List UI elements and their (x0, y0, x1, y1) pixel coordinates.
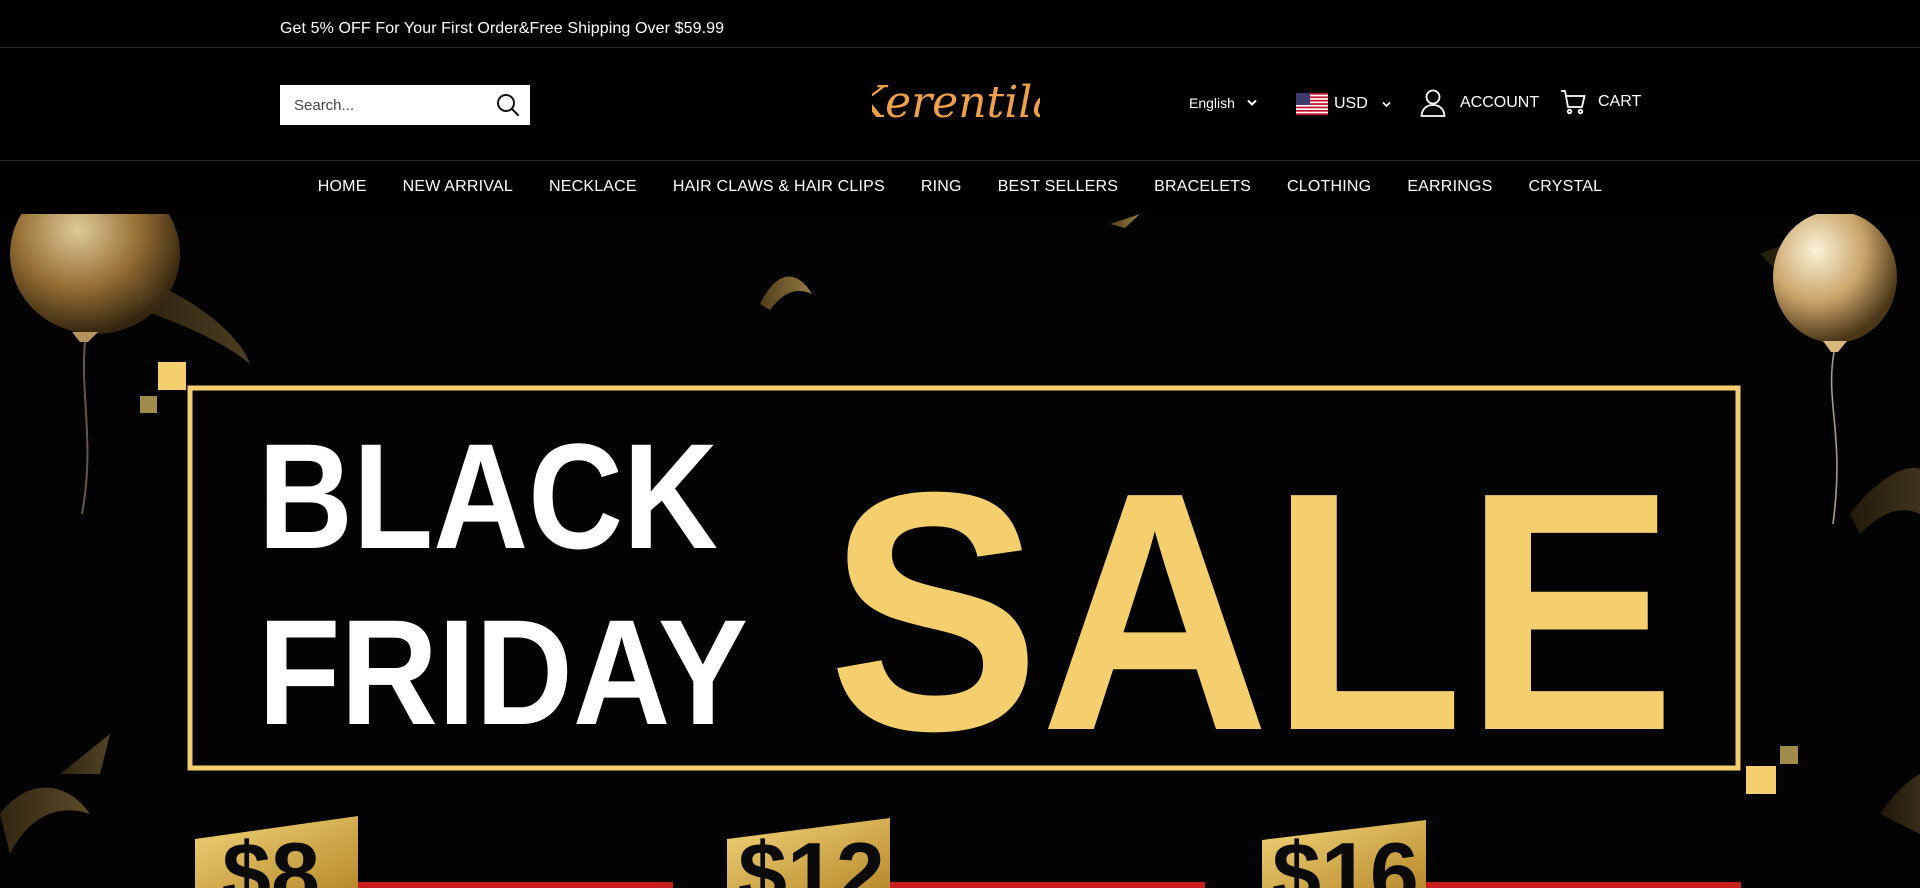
price-tag-2-text: $12 (738, 824, 885, 888)
cart-icon (1561, 90, 1586, 115)
site-header: Kerentila English USD ACCOUNT (0, 49, 1920, 161)
balloon-right (1773, 214, 1897, 525)
cart-label: CART (1598, 93, 1642, 110)
cart-link[interactable]: CART (1560, 89, 1641, 115)
announcement-text: Get 5% OFF For Your First Order&Free Shi… (280, 20, 729, 37)
account-label: ACCOUNT (1460, 94, 1540, 111)
hero-friday-text: FRIDAY (258, 588, 748, 756)
language-selector[interactable]: English (1189, 95, 1257, 111)
currency-selector[interactable]: USD (1296, 93, 1391, 115)
nav-item-clothing[interactable]: CLOTHING (1269, 178, 1389, 196)
nav-item-earrings[interactable]: EARRINGS (1389, 178, 1510, 196)
logo[interactable]: Kerentila (872, 71, 1040, 135)
nav-item-ring[interactable]: RING (903, 178, 980, 196)
hero-sale-text: SALE (828, 422, 1676, 802)
chevron-down-icon (1382, 101, 1391, 107)
nav-item-bracelets[interactable]: BRACELETS (1136, 178, 1269, 196)
price-tag-3: $16 (1262, 820, 1741, 888)
hero-artwork: BLACK FRIDAY SALE $8 $12 $16 (0, 214, 1920, 888)
nav-item-new-arrival[interactable]: NEW ARRIVAL (385, 178, 531, 196)
language-label: English (1189, 95, 1235, 111)
currency-label: USD (1334, 95, 1368, 112)
balloon-left (10, 214, 180, 515)
search-input[interactable] (280, 85, 485, 125)
nav-item-best-sellers[interactable]: BEST SELLERS (980, 178, 1136, 196)
search-box (280, 85, 530, 125)
main-nav: HOME NEW ARRIVAL NECKLACE HAIR CLAWS & H… (0, 162, 1920, 214)
chevron-down-icon (1247, 99, 1257, 106)
price-tag-1-text: $8 (222, 824, 320, 888)
price-tag-1: $8 (195, 816, 673, 888)
price-tag-3-text: $16 (1272, 824, 1419, 888)
announcement-bar: Get 5% OFF For Your First Order&Free Shi… (0, 0, 1920, 48)
logo-text: Kerentila (872, 77, 1040, 128)
price-tag-2: $12 (727, 818, 1205, 888)
search-icon[interactable] (496, 93, 520, 117)
nav-item-necklace[interactable]: NECKLACE (531, 178, 655, 196)
nav-item-crystal[interactable]: CRYSTAL (1510, 178, 1620, 196)
nav-item-hair-claws[interactable]: HAIR CLAWS & HAIR CLIPS (655, 178, 903, 196)
us-flag-icon (1296, 93, 1328, 115)
hero-banner[interactable]: BLACK FRIDAY SALE $8 $12 $16 (0, 214, 1920, 888)
hero-black-text: BLACK (258, 412, 718, 580)
user-icon (1420, 89, 1446, 117)
nav-item-home[interactable]: HOME (300, 178, 385, 196)
account-link[interactable]: ACCOUNT (1420, 89, 1539, 117)
